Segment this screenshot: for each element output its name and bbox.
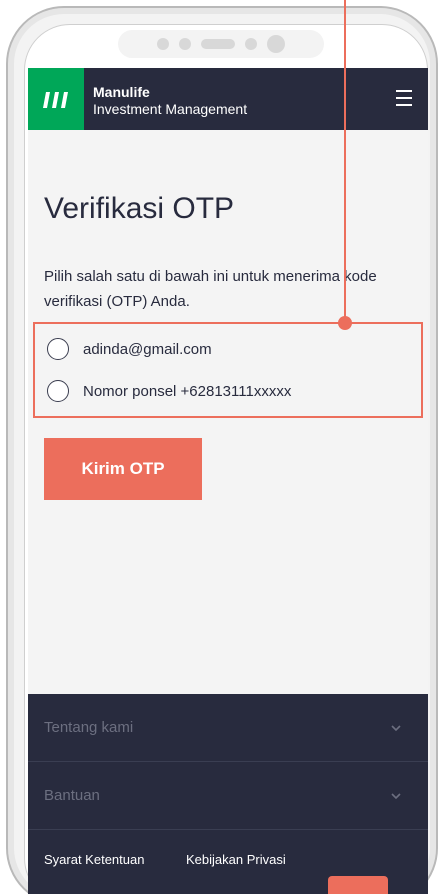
otp-option-label: adinda@gmail.com xyxy=(83,340,212,358)
privacy-link[interactable]: Kebijakan Privasi xyxy=(186,852,286,867)
chevron-down-icon xyxy=(391,725,401,732)
chevron-down-icon xyxy=(391,793,401,800)
manulife-logo-icon[interactable] xyxy=(28,68,84,130)
brand-subtitle: Investment Management xyxy=(93,101,248,117)
app-screen: Manulife Investment Management Verifikas… xyxy=(28,68,428,894)
app-header: Manulife Investment Management xyxy=(28,68,428,130)
terms-link[interactable]: Syarat Ketentuan xyxy=(44,852,144,867)
accordion-label: Bantuan xyxy=(44,787,100,804)
annotation-pointer-line xyxy=(344,0,346,322)
otp-option-group: adinda@gmail.com Nomor ponsel +62813111x… xyxy=(33,322,423,418)
sensor-dot xyxy=(157,38,169,50)
camera-dot xyxy=(267,35,285,53)
logo-mark-icon xyxy=(43,92,68,108)
page-description: Pilih salah satu di bawah ini untuk mene… xyxy=(44,268,377,310)
footer: Tentang kami Bantuan Syarat Ketentuan Ke… xyxy=(28,694,428,894)
radio-button[interactable] xyxy=(47,380,69,402)
otp-option-email[interactable]: adinda@gmail.com xyxy=(47,338,212,360)
speaker-grille xyxy=(201,39,235,49)
send-otp-button[interactable]: Kirim OTP xyxy=(44,438,202,500)
hamburger-menu-icon[interactable] xyxy=(396,90,412,108)
annotation-pointer-dot xyxy=(338,316,352,330)
brand-name: Manulife xyxy=(93,84,150,100)
sensor-dot xyxy=(245,38,257,50)
otp-option-phone[interactable]: Nomor ponsel +62813111xxxxx xyxy=(47,380,291,402)
phone-notch xyxy=(118,30,324,58)
accordion-label: Tentang kami xyxy=(44,719,134,736)
radio-button[interactable] xyxy=(47,338,69,360)
accordion-about[interactable]: Tentang kami xyxy=(28,694,428,762)
accordion-help[interactable]: Bantuan xyxy=(28,762,428,830)
sensor-dot xyxy=(179,38,191,50)
otp-option-label: Nomor ponsel +62813111xxxxx xyxy=(83,382,292,400)
page-title: Verifikasi OTP xyxy=(44,192,235,225)
floating-tab[interactable] xyxy=(328,876,388,894)
